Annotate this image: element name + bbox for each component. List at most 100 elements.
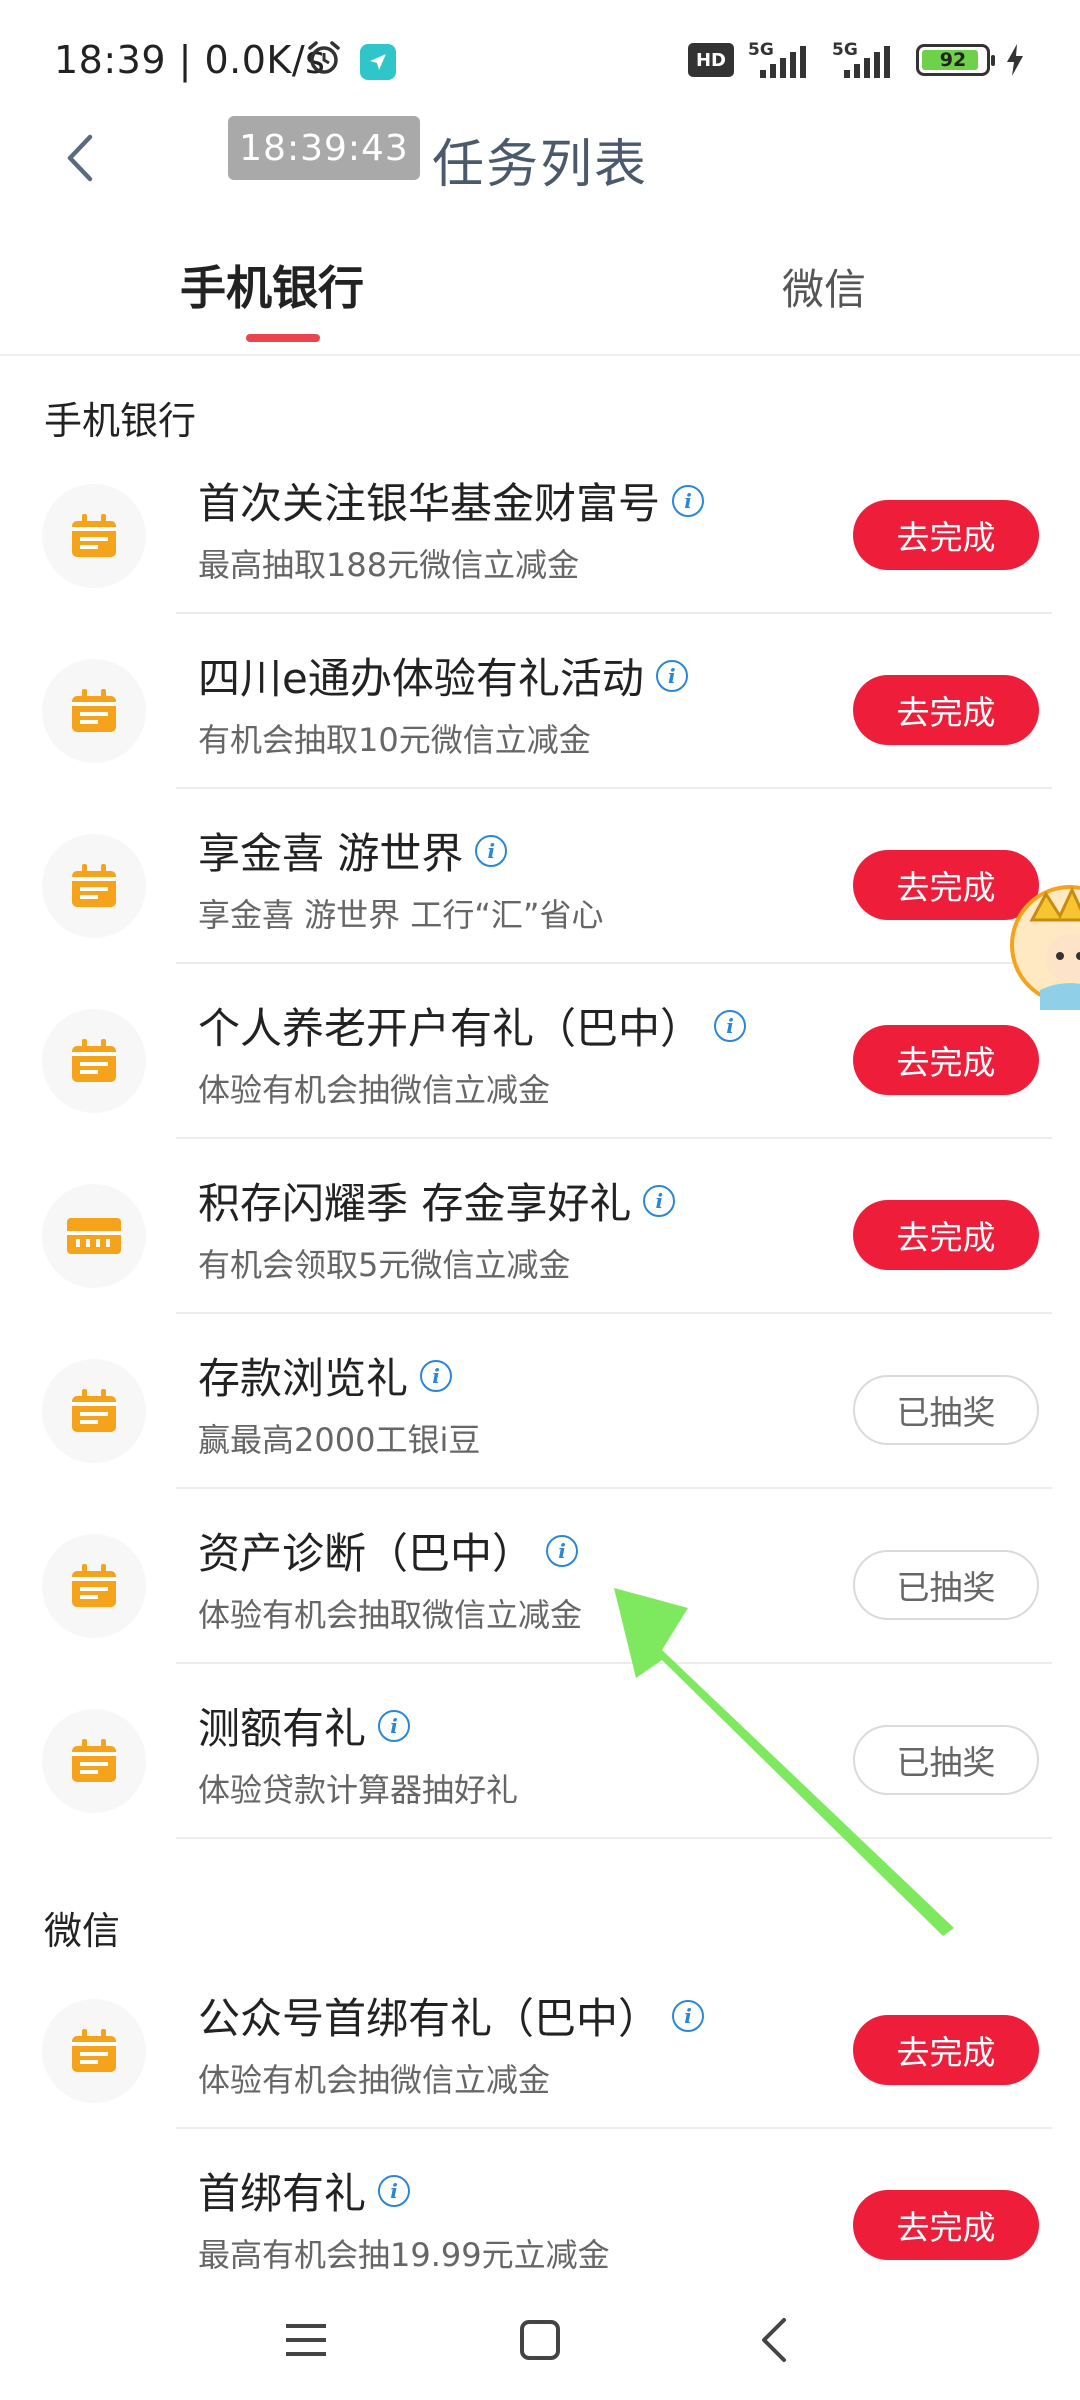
task-icon <box>42 1359 146 1463</box>
calendar-icon <box>72 1739 116 1782</box>
task-name-row: 首绑有礼 i <box>198 2160 411 2221</box>
task-icon <box>42 834 146 938</box>
calendar-icon <box>72 864 116 907</box>
task-name: 四川e通办体验有礼活动 <box>198 654 644 703</box>
task-name-row: 存款浏览礼 i <box>198 1345 453 1406</box>
calendar-icon <box>72 514 116 557</box>
task-description: 体验有机会抽微信立减金 <box>198 2061 551 2099</box>
task-name-row: 首次关注银华基金财富号 i <box>198 470 705 531</box>
task-description: 最高抽取188元微信立减金 <box>198 546 580 584</box>
info-icon[interactable]: i <box>378 2174 411 2207</box>
calendar-icon <box>72 2029 116 2072</box>
task-name: 个人养老开户有礼（巴中） <box>198 1004 703 1053</box>
divider <box>176 612 1052 614</box>
task-name: 公众号首绑有礼（巴中） <box>198 1994 661 2043</box>
tab-bar: 手机银行 微信 <box>0 230 1080 356</box>
task-name: 首次关注银华基金财富号 <box>198 479 661 528</box>
task-item: 资产诊断（巴中） i 体验有机会抽取微信立减金 已抽奖 <box>0 1490 1080 1664</box>
status-bar: 18:39 | 0.0K/s HD 5G 5G 92 <box>0 0 1080 120</box>
divider <box>176 1487 1052 1489</box>
home-icon <box>520 2320 560 2360</box>
status-indicators: HD 5G 5G 92 <box>688 40 1026 80</box>
task-description: 最高有机会抽19.99元立减金 <box>198 2236 610 2274</box>
drawn-status-button: 已抽奖 <box>853 1550 1039 1620</box>
back-button[interactable] <box>50 128 110 188</box>
home-button[interactable] <box>508 2308 572 2372</box>
divider <box>176 1837 1052 1839</box>
task-icon <box>42 1709 146 1813</box>
task-item: 积存闪耀季 存金享好礼 i 有机会领取5元微信立减金 去完成 <box>0 1140 1080 1314</box>
task-item: 个人养老开户有礼（巴中） i 体验有机会抽微信立减金 去完成 <box>0 965 1080 1139</box>
tab-mobile-banking[interactable]: 手机银行 <box>180 252 364 318</box>
task-name-row: 公众号首绑有礼（巴中） i <box>198 1985 705 2046</box>
tab-indicator <box>246 334 320 342</box>
status-time: 18:39 | 0.0K/s <box>54 38 326 82</box>
task-name-row: 四川e通办体验有礼活动 i <box>198 645 688 706</box>
alarm-icon <box>308 41 340 74</box>
go-complete-button[interactable]: 去完成 <box>853 1200 1039 1270</box>
go-complete-button[interactable]: 去完成 <box>853 1025 1039 1095</box>
info-icon[interactable]: i <box>672 1999 705 2032</box>
task-name: 享金喜 游世界 <box>198 829 464 878</box>
task-description: 体验有机会抽微信立减金 <box>198 1071 551 1109</box>
task-description: 赢最高2000工银i豆 <box>198 1421 481 1459</box>
calendar-icon <box>72 1564 116 1607</box>
go-complete-button[interactable]: 去完成 <box>853 2190 1039 2260</box>
time-overlay: 18:39:43 <box>228 116 420 180</box>
info-icon[interactable]: i <box>643 1184 676 1217</box>
divider <box>176 962 1052 964</box>
task-name: 积存闪耀季 存金享好礼 <box>198 1179 632 1228</box>
info-icon[interactable]: i <box>655 659 688 692</box>
hd-badge: HD <box>688 43 734 77</box>
menu-icon <box>286 2324 326 2356</box>
info-icon[interactable]: i <box>378 1709 411 1742</box>
signal-icon: 5G <box>832 40 902 80</box>
divider <box>176 787 1052 789</box>
chevron-left-icon <box>67 134 93 182</box>
info-icon[interactable]: i <box>672 484 705 517</box>
section-title: 微信 <box>44 1909 121 1953</box>
task-item: 公众号首绑有礼（巴中） i 体验有机会抽微信立减金 去完成 <box>0 1955 1080 2129</box>
back-icon <box>762 2318 786 2362</box>
task-name-row: 资产诊断（巴中） i <box>198 1520 579 1581</box>
task-description: 享金喜 游世界 工行“汇”省心 <box>198 896 604 934</box>
calendar-icon <box>72 1039 116 1082</box>
task-icon <box>42 1999 146 2103</box>
task-name-row: 测额有礼 i <box>198 1695 411 1756</box>
divider <box>176 1137 1052 1139</box>
info-icon[interactable]: i <box>714 1009 747 1042</box>
divider <box>176 2127 1052 2129</box>
go-complete-button[interactable]: 去完成 <box>853 500 1039 570</box>
divider <box>176 1662 1052 1664</box>
task-name-row: 积存闪耀季 存金享好礼 i <box>198 1170 676 1231</box>
system-navbar <box>0 2280 1080 2400</box>
battery-icon: 92 <box>916 44 995 76</box>
task-description: 体验有机会抽取微信立减金 <box>198 1596 583 1634</box>
nav-back-button[interactable] <box>742 2308 806 2372</box>
location-app-icon <box>360 44 396 80</box>
mascot-icon <box>1010 885 1080 1010</box>
task-name: 首绑有礼 <box>198 2169 367 2218</box>
ticket-icon <box>67 1218 121 1254</box>
info-icon[interactable]: i <box>475 834 508 867</box>
divider <box>176 1312 1052 1314</box>
task-name-row: 个人养老开户有礼（巴中） i <box>198 995 747 1056</box>
info-icon[interactable]: i <box>420 1359 453 1392</box>
charging-icon <box>1007 44 1023 76</box>
task-icon <box>42 1009 146 1113</box>
calendar-icon <box>72 1389 116 1432</box>
tab-wechat[interactable]: 微信 <box>782 256 866 317</box>
task-item: 四川e通办体验有礼活动 i 有机会抽取10元微信立减金 去完成 <box>0 615 1080 789</box>
task-name: 存款浏览礼 <box>198 1354 409 1403</box>
go-complete-button[interactable]: 去完成 <box>853 2015 1039 2085</box>
task-description: 有机会领取5元微信立减金 <box>198 1246 571 1284</box>
task-name: 资产诊断（巴中） <box>198 1529 535 1578</box>
task-icon <box>42 1534 146 1638</box>
info-icon[interactable]: i <box>546 1534 579 1567</box>
floating-mascot[interactable] <box>1010 880 1080 1010</box>
task-icon <box>42 659 146 763</box>
menu-button[interactable] <box>274 2308 338 2372</box>
task-item: 首次关注银华基金财富号 i 最高抽取188元微信立减金 去完成 <box>0 440 1080 614</box>
go-complete-button[interactable]: 去完成 <box>853 675 1039 745</box>
task-description: 有机会抽取10元微信立减金 <box>198 721 591 759</box>
